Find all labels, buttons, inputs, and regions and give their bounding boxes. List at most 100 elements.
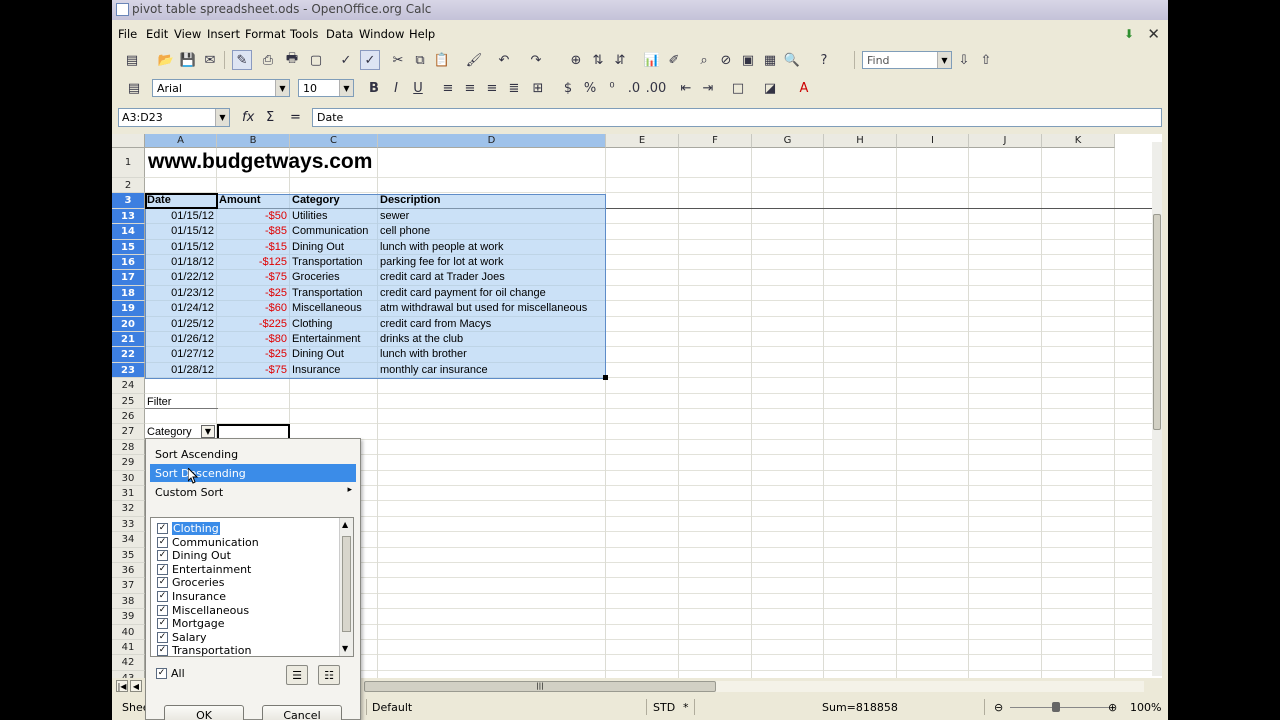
close-document-icon[interactable]: ✕ — [1147, 25, 1160, 43]
date-cell[interactable]: 01/18/12 — [145, 256, 214, 268]
category-filter-cell[interactable]: Category — [147, 426, 192, 438]
category-cell[interactable]: Transportation — [292, 287, 363, 299]
row-header-25[interactable]: 25 — [112, 393, 145, 409]
cancel-button[interactable]: Cancel — [262, 705, 342, 720]
row-header-38[interactable]: 38 — [112, 593, 145, 610]
row-header-28[interactable]: 28 — [112, 439, 145, 456]
menu-data[interactable]: Data — [326, 27, 353, 41]
row-header-21[interactable]: 21 — [112, 332, 145, 348]
sum-icon[interactable]: Σ — [266, 110, 274, 125]
select-current-only-icon[interactable]: ☰ — [286, 665, 308, 685]
zoom-slider[interactable] — [1010, 707, 1110, 708]
row-header-18[interactable]: 18 — [112, 285, 145, 302]
category-cell[interactable]: Communication — [292, 225, 368, 237]
sort-descending-option[interactable]: Sort Descending — [150, 464, 356, 482]
first-sheet-icon[interactable]: |◀ — [116, 680, 128, 692]
description-cell[interactable]: cell phone — [380, 225, 430, 237]
filter-item[interactable]: ✓ Miscellaneous — [157, 604, 249, 617]
menu-view[interactable]: View — [174, 27, 201, 41]
description-cell[interactable]: credit card at Trader Joes — [380, 271, 505, 283]
align-right-icon[interactable]: ≡ — [482, 78, 502, 98]
percent-format-icon[interactable]: % — [580, 78, 600, 98]
remove-decimal-icon[interactable]: .00 — [646, 78, 667, 98]
sort-ascending-icon[interactable]: ⇅ — [588, 50, 608, 70]
borders-icon[interactable]: □ — [728, 78, 748, 98]
row-header-19[interactable]: 19 — [112, 301, 145, 317]
copy-icon[interactable]: ⧉ — [410, 50, 430, 70]
edit-file-icon[interactable]: ✎ — [232, 50, 252, 70]
column-header-e[interactable]: E — [606, 134, 679, 148]
justify-icon[interactable]: ≣ — [504, 78, 524, 98]
amount-cell[interactable]: -$125 — [217, 256, 287, 268]
amount-cell[interactable]: -$85 — [217, 225, 287, 237]
new-document-icon[interactable]: ▤ — [122, 50, 142, 70]
checkbox-icon[interactable]: ✓ — [157, 591, 168, 602]
row-header-35[interactable]: 35 — [112, 547, 145, 563]
row-header-31[interactable]: 31 — [112, 486, 145, 502]
help-icon[interactable]: ? — [814, 50, 834, 70]
row-header-14[interactable]: 14 — [112, 224, 145, 240]
bold-icon[interactable]: B — [364, 78, 384, 98]
row-header-30[interactable]: 30 — [112, 470, 145, 486]
italic-icon[interactable]: I — [386, 78, 406, 98]
category-cell[interactable]: Insurance — [292, 364, 340, 376]
date-cell[interactable]: 01/24/12 — [145, 302, 214, 314]
row-header-40[interactable]: 40 — [112, 624, 145, 640]
open-icon[interactable]: 📂 — [156, 50, 176, 70]
standard-format-icon[interactable]: ⁰ — [602, 78, 622, 98]
row-header-33[interactable]: 33 — [112, 516, 145, 533]
row-header-37[interactable]: 37 — [112, 578, 145, 594]
row-header-41[interactable]: 41 — [112, 640, 145, 656]
zoom-in-icon[interactable]: ⊕ — [1108, 701, 1117, 714]
menu-tools[interactable]: Tools — [290, 27, 318, 41]
checkbox-icon[interactable]: ✓ — [157, 618, 168, 630]
paste-icon[interactable]: 📋 — [432, 50, 452, 70]
filter-label-cell[interactable]: Filter — [147, 396, 171, 408]
custom-sort-option[interactable]: Custom Sort ▸ — [150, 483, 356, 501]
header-cell-category[interactable]: Category — [292, 194, 340, 206]
row-header-32[interactable]: 32 — [112, 501, 145, 517]
autofilter-dropdown-icon[interactable]: ▼ — [201, 425, 215, 439]
undo-icon[interactable]: ↶ — [494, 50, 514, 70]
filter-item[interactable]: ✓ Dining Out — [157, 549, 231, 562]
chevron-down-icon[interactable]: ▼ — [339, 80, 353, 96]
menu-edit[interactable]: Edit — [146, 27, 168, 41]
description-cell[interactable]: lunch with people at work — [380, 241, 504, 253]
category-cell[interactable]: Miscellaneous — [292, 302, 362, 314]
sort-descending-icon[interactable]: ⇵ — [610, 50, 630, 70]
align-left-icon[interactable]: ≡ — [438, 78, 458, 98]
chart-icon[interactable]: 📊 — [642, 50, 662, 70]
vertical-scroll-thumb[interactable] — [1153, 214, 1161, 430]
row-header-26[interactable]: 26 — [112, 409, 145, 425]
filter-values-list[interactable]: ✓ Clothing ✓ Communication ✓ Dining Out ✓ Enter… — [150, 517, 354, 657]
zoom-icon[interactable]: 🔍 — [782, 50, 802, 70]
horizontal-scroll-thumb[interactable]: ||| — [364, 681, 716, 692]
filter-item[interactable]: ✓ Mortgage — [157, 617, 225, 630]
category-cell[interactable]: Dining Out — [292, 241, 344, 253]
horizontal-scrollbar[interactable]: ||| — [364, 681, 1144, 692]
description-cell[interactable]: lunch with brother — [380, 348, 467, 360]
export-pdf-icon[interactable]: ⎙ — [258, 50, 278, 70]
row-header-2[interactable]: 2 — [112, 178, 145, 194]
category-cell[interactable]: Groceries — [292, 271, 340, 283]
filter-list-scrollbar[interactable]: ▲ ▼ — [339, 518, 353, 656]
description-cell[interactable]: parking fee for lot at work — [380, 256, 504, 268]
select-all-corner[interactable] — [112, 134, 145, 148]
status-selection-mode[interactable]: STD — [653, 701, 675, 714]
category-cell[interactable]: Clothing — [292, 318, 332, 330]
row-header-15[interactable]: 15 — [112, 239, 145, 255]
row-header-22[interactable]: 22 — [112, 347, 145, 363]
update-icon[interactable]: ⬇ — [1124, 27, 1138, 41]
description-cell[interactable]: atm withdrawal but used for miscellaneou… — [380, 302, 587, 314]
spellcheck-icon[interactable]: ✓ — [336, 50, 356, 70]
checkbox-icon[interactable]: ✓ — [157, 631, 168, 643]
ok-button[interactable]: OK — [164, 705, 244, 720]
currency-format-icon[interactable]: $ — [558, 78, 578, 98]
chevron-down-icon[interactable]: ▼ — [275, 80, 289, 96]
column-header-j[interactable]: J — [969, 134, 1042, 148]
header-cell-amount[interactable]: Amount — [219, 194, 261, 206]
description-cell[interactable]: drinks at the club — [380, 333, 463, 345]
styles-icon[interactable]: ▤ — [124, 78, 144, 98]
category-cell[interactable]: Transportation — [292, 256, 363, 268]
date-cell[interactable]: 01/27/12 — [145, 348, 214, 360]
